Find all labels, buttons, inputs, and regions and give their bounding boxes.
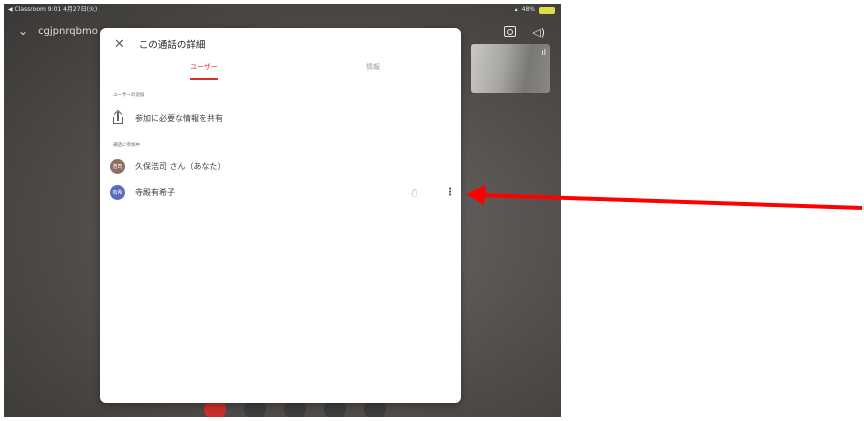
mic-off-icon: 🎙̸ xyxy=(412,188,417,197)
share-info-row[interactable]: 参加に必要な情報を共有 xyxy=(113,109,223,124)
participant-row-self[interactable]: 浩司 久保浩司 さん（あなた） xyxy=(110,159,450,174)
section-label-add-users: ユーザーの追加 xyxy=(113,93,145,98)
chevron-down-icon[interactable]: ⌄ xyxy=(18,24,28,38)
meeting-code[interactable]: cgjpnrqbmo xyxy=(38,26,98,37)
annotation-arrow xyxy=(466,185,863,210)
call-bar: ⌄ cgjpnrqbmo xyxy=(18,24,98,38)
panel-tabs: ユーザー 情報 xyxy=(100,62,461,82)
section-label-in-call: 通話に参加中 xyxy=(113,143,140,148)
battery-icon xyxy=(539,6,555,14)
mic-indicator-icon: ıl xyxy=(541,48,546,57)
panel-header: ✕ この通話の詳細 xyxy=(114,34,205,54)
status-right: ▴ 48% xyxy=(515,4,555,16)
avatar: 有希 xyxy=(110,185,125,200)
tab-info[interactable]: 情報 xyxy=(358,62,388,72)
status-left-text: ◀ Classroom 9:01 4月27日(火) xyxy=(8,6,98,13)
self-view-video[interactable]: ıl xyxy=(471,44,550,93)
avatar: 浩司 xyxy=(110,159,125,174)
share-info-label: 参加に必要な情報を共有 xyxy=(135,113,223,123)
call-details-panel: ✕ この通話の詳細 ユーザー 情報 ユーザーの追加 参加に必要な情報を共有 通話… xyxy=(100,28,461,403)
camera-flip-icon[interactable] xyxy=(504,26,517,37)
participant-name: 寺殿有希子 xyxy=(135,188,175,197)
speaker-icon[interactable]: ◁) xyxy=(532,26,545,39)
close-icon[interactable]: ✕ xyxy=(114,37,125,52)
participant-row[interactable]: 有希 寺殿有希子 🎙̸ ⋮ xyxy=(110,185,455,200)
panel-title: この通話の詳細 xyxy=(138,40,206,51)
participant-name: 久保浩司 さん（あなた） xyxy=(135,162,226,171)
wifi-icon: ▴ xyxy=(514,6,518,13)
status-bar: ◀ Classroom 9:01 4月27日(火) ▴ 48% xyxy=(4,4,561,16)
share-icon xyxy=(113,109,123,124)
more-vert-icon[interactable]: ⋮ xyxy=(445,187,455,198)
battery-percent: 48% xyxy=(521,6,535,13)
top-right-controls: ◁) xyxy=(504,26,545,39)
tab-users[interactable]: ユーザー xyxy=(176,62,232,80)
